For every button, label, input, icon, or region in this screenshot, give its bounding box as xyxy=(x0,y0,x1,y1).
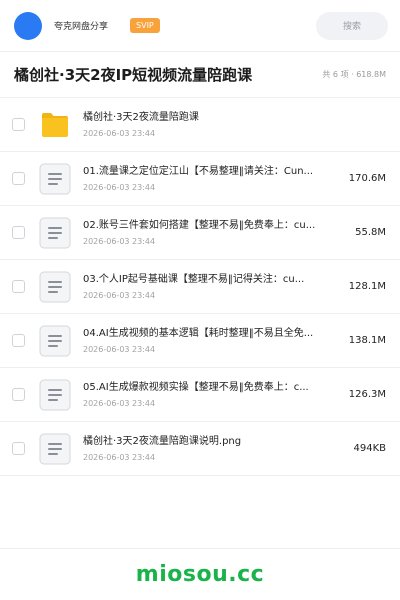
file-size: 128.1M xyxy=(348,281,386,292)
select-checkbox[interactable] xyxy=(12,388,25,401)
file-name[interactable]: 02.账号三件套如何搭建【整理不易‖免费奉上：cu... xyxy=(83,219,347,233)
file-name[interactable]: 03.个人IP起号基础课【整理不易‖记得关注：cu... xyxy=(83,273,341,287)
select-checkbox[interactable] xyxy=(12,334,25,347)
document-icon xyxy=(39,217,71,249)
file-date: 2026-06-03 23:44 xyxy=(83,344,156,354)
document-icon xyxy=(39,163,71,195)
select-checkbox[interactable] xyxy=(12,280,25,293)
document-icon xyxy=(39,271,71,303)
file-size: 170.6M xyxy=(348,173,386,184)
file-name[interactable]: 橘创社·3天2夜流量陪跑课说明.png xyxy=(83,435,345,449)
file-name[interactable]: 01.流量课之定位定江山【不易整理‖请关注：Cun... xyxy=(83,165,341,179)
file-name[interactable]: 橘创社·3天2夜流量陪跑课 xyxy=(83,111,378,125)
file-size: 55.8M xyxy=(355,227,386,238)
site-watermark: miosou.cc xyxy=(135,562,265,587)
file-date: 2026-06-03 23:44 xyxy=(83,236,156,246)
list-item[interactable]: 橘创社·3天2夜流量陪跑课说明.png 2026-06-03 23:44 494… xyxy=(0,422,400,476)
select-checkbox[interactable] xyxy=(12,226,25,239)
list-item[interactable]: 02.账号三件套如何搭建【整理不易‖免费奉上：cu... 2026-06-03 … xyxy=(0,206,400,260)
footer-divider xyxy=(0,548,400,549)
file-info: 橘创社·3天2夜流量陪跑课说明.png 2026-06-03 23:44 xyxy=(83,435,345,463)
file-size: 138.1M xyxy=(348,335,386,346)
file-info: 05.AI生成爆款视频实操【整理不易‖免费奉上：c... 2026-06-03 … xyxy=(83,381,341,409)
file-info: 02.账号三件套如何搭建【整理不易‖免费奉上：cu... 2026-06-03 … xyxy=(83,219,347,247)
select-checkbox[interactable] xyxy=(12,118,25,131)
header-bar: 夸克网盘分享 SVIP 搜索 xyxy=(0,0,400,52)
document-icon xyxy=(39,433,71,465)
file-date: 2026-06-03 23:44 xyxy=(83,182,156,192)
file-date: 2026-06-03 23:44 xyxy=(83,452,156,462)
file-info: 03.个人IP起号基础课【整理不易‖记得关注：cu... 2026-06-03 … xyxy=(83,273,341,301)
svip-badge: SVIP xyxy=(130,18,160,33)
document-icon xyxy=(39,325,71,357)
file-date: 2026-06-03 23:44 xyxy=(83,128,156,138)
file-date: 2026-06-03 23:44 xyxy=(83,290,156,300)
document-icon xyxy=(39,379,71,411)
select-checkbox[interactable] xyxy=(12,442,25,455)
file-name[interactable]: 04.AI生成视频的基本逻辑【耗时整理‖不易且全免... xyxy=(83,327,341,341)
list-item[interactable]: 03.个人IP起号基础课【整理不易‖记得关注：cu... 2026-06-03 … xyxy=(0,260,400,314)
file-info: 01.流量课之定位定江山【不易整理‖请关注：Cun... 2026-06-03 … xyxy=(83,165,341,193)
file-name[interactable]: 05.AI生成爆款视频实操【整理不易‖免费奉上：c... xyxy=(83,381,341,395)
owner-name: 夸克网盘分享 xyxy=(54,22,109,32)
folder-icon xyxy=(39,109,71,141)
select-checkbox[interactable] xyxy=(12,172,25,185)
list-item[interactable]: 05.AI生成爆款视频实操【整理不易‖免费奉上：c... 2026-06-03 … xyxy=(0,368,400,422)
page-title: 橘创社·3天2夜IP短视频流量陪跑课 xyxy=(14,66,253,84)
file-info: 橘创社·3天2夜流量陪跑课 2026-06-03 23:44 xyxy=(83,111,378,139)
avatar[interactable] xyxy=(14,11,42,40)
file-size: 126.3M xyxy=(348,389,386,400)
file-summary: 共 6 项 · 618.8M xyxy=(322,70,386,79)
list-item[interactable]: 橘创社·3天2夜流量陪跑课 2026-06-03 23:44 xyxy=(0,98,400,152)
list-item[interactable]: 04.AI生成视频的基本逻辑【耗时整理‖不易且全免... 2026-06-03 … xyxy=(0,314,400,368)
file-info: 04.AI生成视频的基本逻辑【耗时整理‖不易且全免... 2026-06-03 … xyxy=(83,327,341,355)
search-input[interactable]: 搜索 xyxy=(316,11,388,40)
file-date: 2026-06-03 23:44 xyxy=(83,398,156,408)
search-placeholder: 搜索 xyxy=(342,22,361,32)
file-size: 494KB xyxy=(353,443,386,454)
list-item[interactable]: 01.流量课之定位定江山【不易整理‖请关注：Cun... 2026-06-03 … xyxy=(0,152,400,206)
file-list: 橘创社·3天2夜流量陪跑课 2026-06-03 23:44 01.流量课之定位… xyxy=(0,98,400,476)
share-title-bar: 橘创社·3天2夜IP短视频流量陪跑课 共 6 项 · 618.8M xyxy=(0,52,400,98)
